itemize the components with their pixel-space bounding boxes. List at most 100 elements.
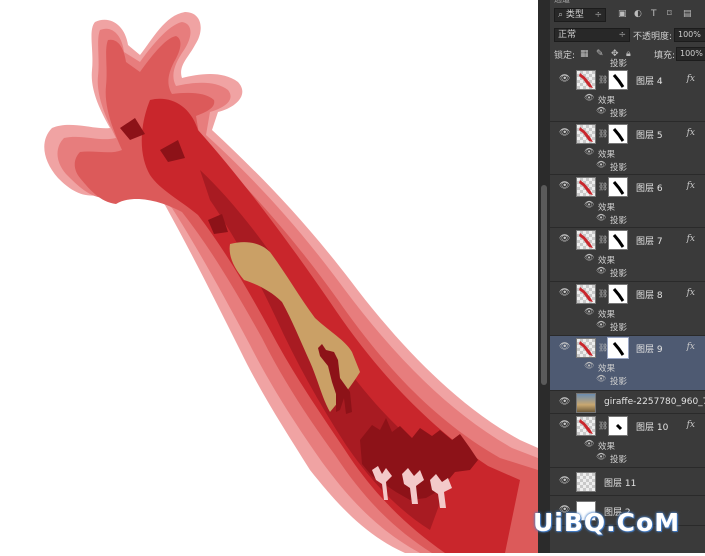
opacity-value: 100% bbox=[678, 30, 701, 39]
document-canvas[interactable] bbox=[0, 0, 539, 553]
lock-paint-icon[interactable]: ✎ bbox=[596, 48, 604, 60]
fill-value: 100% bbox=[680, 49, 703, 58]
layer-effects-fx-icon[interactable]: fx bbox=[687, 420, 695, 430]
layer-content-preview bbox=[579, 180, 593, 195]
layer-row[interactable]: 👁︎ giraffe-2257780_960_72... bbox=[550, 391, 705, 414]
effects-eye-icon[interactable]: 👁︎ bbox=[584, 253, 594, 262]
adjust-filter-icon[interactable]: ◐ bbox=[634, 8, 642, 20]
drop-shadow-label[interactable]: 投影 bbox=[610, 161, 627, 173]
drop-shadow-eye-icon[interactable]: 👁︎ bbox=[596, 452, 606, 461]
drop-shadow-eye-icon[interactable]: 👁︎ bbox=[596, 213, 606, 222]
visibility-eye-icon[interactable]: 👁︎ bbox=[559, 397, 570, 407]
mask-link-icon[interactable]: ⛓ bbox=[598, 343, 608, 352]
layer-effects-fx-icon[interactable]: fx bbox=[687, 74, 695, 84]
partial-shadow-effect[interactable]: 投影 bbox=[550, 59, 705, 69]
shape-filter-icon[interactable]: ⌑ bbox=[667, 8, 672, 20]
layer-row[interactable]: 👁︎ ⛓ 图层 9 fx 👁︎ 效果 👁︎ 投影 bbox=[550, 336, 705, 391]
visibility-eye-icon[interactable]: 👁︎ bbox=[559, 476, 570, 486]
visibility-eye-icon[interactable]: 👁︎ bbox=[559, 128, 570, 138]
layer-row[interactable]: 👁︎ ⛓ 图层 8 fx 👁︎ 效果 👁︎ 投影 bbox=[550, 282, 705, 336]
effects-label[interactable]: 效果 bbox=[598, 440, 615, 452]
layer-mask-thumbnail[interactable] bbox=[608, 416, 628, 436]
drop-shadow-label[interactable]: 投影 bbox=[610, 267, 627, 279]
image-filter-icon[interactable]: ▣ bbox=[618, 8, 627, 20]
layer-row[interactable]: 👁︎ 图层 11 bbox=[550, 468, 705, 496]
drop-shadow-eye-icon[interactable]: 👁︎ bbox=[596, 320, 606, 329]
layer-effects-fx-icon[interactable]: fx bbox=[687, 181, 695, 191]
mask-preview bbox=[615, 423, 623, 431]
effects-eye-icon[interactable]: 👁︎ bbox=[584, 200, 594, 209]
drop-shadow-label[interactable]: 投影 bbox=[610, 453, 627, 465]
effects-eye-icon[interactable]: 👁︎ bbox=[584, 307, 594, 316]
layer-row[interactable]: 👁︎ ⛓ 图层 7 fx 👁︎ 效果 👁︎ 投影 bbox=[550, 228, 705, 282]
layer-mask-thumbnail[interactable] bbox=[608, 284, 628, 304]
layer-row[interactable]: 👁︎ ⛓ 图层 4 fx 👁︎ 效果 👁︎ 投影 bbox=[550, 68, 705, 122]
drop-shadow-eye-icon[interactable]: 👁︎ bbox=[596, 374, 606, 383]
layer-row[interactable]: 👁︎ ⛓ 图层 10 fx 👁︎ 效果 👁︎ 投影 bbox=[550, 414, 705, 468]
site-watermark: UiBQ.CoM bbox=[533, 508, 681, 537]
search-icon: ⌕ bbox=[558, 10, 566, 20]
mask-preview bbox=[612, 234, 625, 248]
layer-mask-thumbnail[interactable] bbox=[608, 70, 628, 90]
mask-link-icon[interactable]: ⛓ bbox=[598, 129, 608, 138]
layer-name: 图层 8 bbox=[636, 291, 663, 301]
layer-thumbnail bbox=[576, 230, 596, 250]
smart-filter-icon[interactable]: ▤ bbox=[683, 8, 692, 20]
canvas-scrollbar-thumb[interactable] bbox=[541, 185, 547, 385]
mask-link-icon[interactable]: ⛓ bbox=[598, 421, 608, 430]
layer-effects-fx-icon[interactable]: fx bbox=[687, 342, 695, 352]
layer-effects-fx-icon[interactable]: fx bbox=[687, 128, 695, 138]
mask-link-icon[interactable]: ⛓ bbox=[598, 75, 608, 84]
mask-preview bbox=[612, 128, 625, 142]
fill-input[interactable]: 100% bbox=[676, 47, 705, 61]
drop-shadow-eye-icon[interactable]: 👁︎ bbox=[596, 160, 606, 169]
effects-label[interactable]: 效果 bbox=[598, 148, 615, 160]
layer-kind-filter[interactable]: ⌕ 类型 ÷ bbox=[554, 8, 606, 22]
effects-label[interactable]: 效果 bbox=[598, 94, 615, 106]
layer-mask-thumbnail[interactable] bbox=[608, 230, 628, 250]
visibility-eye-icon[interactable]: 👁︎ bbox=[559, 74, 570, 84]
effects-eye-icon[interactable]: 👁︎ bbox=[584, 439, 594, 448]
layer-effects-fx-icon[interactable]: fx bbox=[687, 234, 695, 244]
layer-mask-thumbnail[interactable] bbox=[608, 124, 628, 144]
visibility-eye-icon[interactable]: 👁︎ bbox=[559, 420, 570, 430]
layer-thumbnail bbox=[576, 70, 596, 90]
effects-label[interactable]: 效果 bbox=[598, 254, 615, 266]
mask-link-icon[interactable]: ⛓ bbox=[598, 182, 608, 191]
effects-label[interactable]: 效果 bbox=[598, 201, 615, 213]
effects-eye-icon[interactable]: 👁︎ bbox=[584, 147, 594, 156]
opacity-input[interactable]: 100% bbox=[674, 28, 705, 42]
drop-shadow-label[interactable]: 投影 bbox=[610, 375, 627, 387]
lock-transparent-icon[interactable]: ▦ bbox=[580, 48, 589, 60]
layer-row[interactable]: 👁︎ ⛓ 图层 5 fx 👁︎ 效果 👁︎ 投影 bbox=[550, 122, 705, 175]
panel-tab-header[interactable]: 通道 bbox=[554, 0, 570, 5]
effects-eye-icon[interactable]: 👁︎ bbox=[584, 93, 594, 102]
mask-link-icon[interactable]: ⛓ bbox=[598, 289, 608, 298]
stepper-arrows-icon: ÷ bbox=[594, 10, 602, 20]
drop-shadow-label[interactable]: 投影 bbox=[610, 107, 627, 119]
drop-shadow-eye-icon[interactable]: 👁︎ bbox=[596, 266, 606, 275]
drop-shadow-label[interactable]: 投影 bbox=[610, 214, 627, 226]
mask-link-icon[interactable]: ⛓ bbox=[598, 235, 608, 244]
effects-label[interactable]: 效果 bbox=[598, 308, 615, 320]
visibility-eye-icon[interactable]: 👁︎ bbox=[559, 234, 570, 244]
layer-mask-thumbnail[interactable] bbox=[607, 337, 629, 359]
drop-shadow-label[interactable]: 投影 bbox=[610, 321, 627, 333]
effects-eye-icon[interactable]: 👁︎ bbox=[584, 361, 594, 370]
layer-content-preview bbox=[579, 287, 593, 302]
effects-label[interactable]: 效果 bbox=[598, 362, 615, 374]
mask-preview bbox=[612, 288, 625, 302]
layer-content-preview bbox=[579, 341, 593, 356]
layer-name: 图层 9 bbox=[636, 345, 663, 355]
drop-shadow-eye-icon[interactable]: 👁︎ bbox=[596, 106, 606, 115]
layer-effects-fx-icon[interactable]: fx bbox=[687, 288, 695, 298]
visibility-eye-icon[interactable]: 👁︎ bbox=[559, 288, 570, 298]
layer-mask-thumbnail[interactable] bbox=[608, 177, 628, 197]
layer-row[interactable]: 👁︎ ⛓ 图层 6 fx 👁︎ 效果 👁︎ 投影 bbox=[550, 175, 705, 228]
layer-thumbnail bbox=[576, 393, 596, 413]
visibility-eye-icon[interactable]: 👁︎ bbox=[559, 181, 570, 191]
type-filter-icon[interactable]: T bbox=[651, 8, 657, 20]
blend-mode-select[interactable]: 正常 ÷ bbox=[554, 28, 630, 42]
visibility-eye-icon[interactable]: 👁︎ bbox=[559, 342, 570, 352]
layer-content-preview bbox=[579, 233, 593, 248]
